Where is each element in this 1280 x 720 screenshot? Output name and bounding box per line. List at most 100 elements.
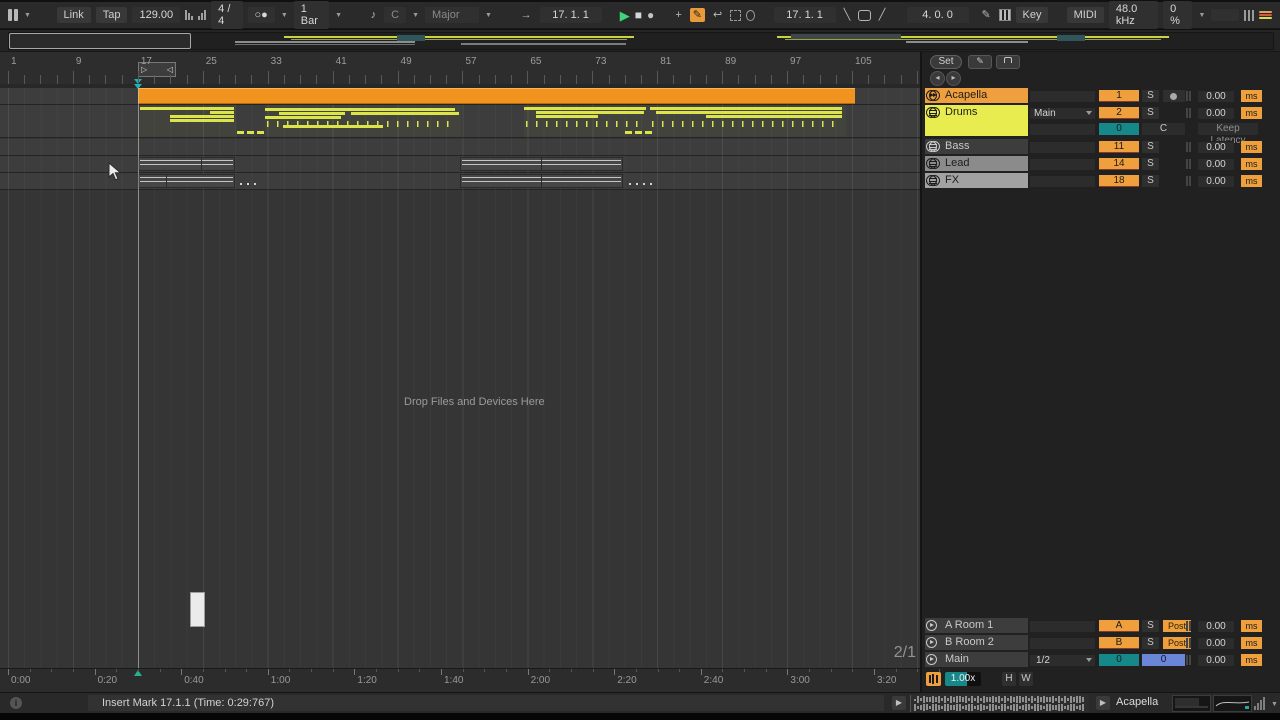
solo-button[interactable]: S xyxy=(1142,141,1159,153)
io-display[interactable] xyxy=(1030,158,1095,170)
device-thumbnail[interactable] xyxy=(1213,695,1252,712)
zoom-waveform-icon[interactable] xyxy=(926,672,941,686)
beat-time-ruler[interactable]: ▷◁ 191725334149576573818997105 xyxy=(0,52,920,84)
computer-midi-keyboard-icon[interactable] xyxy=(999,9,1011,21)
chevron-down-icon[interactable]: ▼ xyxy=(334,12,343,19)
automation-mode-icon[interactable] xyxy=(730,10,741,21)
loop-length-field[interactable]: 4. 0. 0 xyxy=(907,7,969,23)
overview-strip[interactable] xyxy=(8,32,1274,50)
io-display[interactable] xyxy=(1030,123,1095,135)
prev-marker-button[interactable]: ◂ xyxy=(930,71,945,86)
ms-unit-button[interactable]: ms xyxy=(1241,654,1262,666)
midi-map-button[interactable]: MIDI xyxy=(1067,7,1104,23)
gain-value[interactable]: 0 xyxy=(1099,123,1139,135)
clip-lead[interactable] xyxy=(460,157,623,171)
ms-unit-button[interactable]: ms xyxy=(1241,637,1262,649)
highlighted-selection-box[interactable] xyxy=(190,592,205,627)
track-delay-value[interactable]: 0.00 xyxy=(1198,158,1234,170)
key-map-button[interactable]: Key xyxy=(1016,7,1049,23)
lock-button[interactable] xyxy=(996,55,1020,69)
keep-latency-button[interactable]: Keep Latency xyxy=(1198,123,1258,135)
io-display[interactable] xyxy=(1030,175,1095,187)
arm-button[interactable] xyxy=(1163,90,1185,102)
time-signature-field[interactable]: 4 / 4 xyxy=(211,1,242,29)
punch-in-icon[interactable]: ╲ xyxy=(841,8,854,22)
track-name-lead[interactable]: Lead xyxy=(925,156,1028,171)
arrangement-overview[interactable] xyxy=(0,30,1280,52)
track-name-bass[interactable]: Bass xyxy=(925,139,1028,154)
cue-volume[interactable]: 0 xyxy=(1099,654,1139,666)
ms-unit-button[interactable]: ms xyxy=(1241,107,1262,119)
main-track-name[interactable]: Main xyxy=(925,652,1028,667)
loop-switch-icon[interactable] xyxy=(858,10,871,21)
new-icon[interactable]: + xyxy=(672,8,684,22)
re-enable-automation-icon[interactable]: ↩ xyxy=(710,8,725,22)
output-meter-icon[interactable] xyxy=(1254,697,1265,710)
draw-pencil-icon[interactable]: ✎ xyxy=(979,8,994,22)
nudge-down-icon[interactable] xyxy=(185,10,193,20)
overview-view-rectangle[interactable] xyxy=(9,33,191,49)
solo-button[interactable]: S xyxy=(1142,107,1159,119)
solo-button[interactable]: S xyxy=(1142,175,1159,187)
ms-unit-button[interactable]: ms xyxy=(1241,90,1262,102)
track-delay-value[interactable]: 0.00 xyxy=(1198,637,1234,649)
clip-lead[interactable] xyxy=(138,157,235,171)
main-volume[interactable]: 0 xyxy=(1142,654,1185,666)
next-marker-button[interactable]: ▸ xyxy=(946,71,961,86)
track-number[interactable]: 18 xyxy=(1099,175,1139,187)
return-letter[interactable]: B xyxy=(1099,637,1139,649)
options-icon[interactable] xyxy=(8,9,18,21)
clip-acapella[interactable] xyxy=(138,88,855,104)
clip-drums[interactable] xyxy=(650,105,846,137)
tap-tempo-button[interactable]: Tap xyxy=(96,7,128,23)
capture-midi-icon[interactable] xyxy=(746,10,755,21)
track-number[interactable]: 11 xyxy=(1099,141,1139,153)
play-icon[interactable] xyxy=(926,637,937,648)
routing-select[interactable]: Main xyxy=(1030,107,1095,119)
play-icon[interactable] xyxy=(926,654,937,665)
clip-fx[interactable] xyxy=(460,174,623,188)
track-number[interactable]: 14 xyxy=(1099,158,1139,170)
info-icon[interactable]: i xyxy=(10,697,22,709)
chevron-down-icon[interactable]: ▼ xyxy=(280,12,289,19)
io-display[interactable] xyxy=(1030,620,1095,632)
chevron-down-icon[interactable]: ▼ xyxy=(1270,701,1279,708)
clip-drums[interactable] xyxy=(265,105,461,137)
punch-out-icon[interactable]: ╱ xyxy=(876,8,889,22)
arrangement-position-field[interactable]: 17. 1. 1 xyxy=(540,7,602,23)
time-ruler[interactable]: 0:000:200:401:001:201:402:002:202:403:00… xyxy=(0,668,920,693)
pencil-button[interactable]: ✎ xyxy=(968,55,992,69)
chevron-down-icon[interactable]: ▼ xyxy=(1197,12,1206,19)
track-delay-value[interactable]: 0.00 xyxy=(1198,654,1234,666)
draw-mode-button[interactable]: ✎ xyxy=(690,8,705,22)
track-delay-value[interactable]: 0.00 xyxy=(1198,90,1234,102)
solo-button[interactable]: S xyxy=(1142,158,1159,170)
zoom-scale-field[interactable]: 1.00x xyxy=(945,672,981,686)
arrangement-area[interactable]: Drop Files and Devices Here 2/1 xyxy=(0,84,920,668)
menu-icon[interactable] xyxy=(926,107,937,118)
crossfade-assign[interactable]: C xyxy=(1142,123,1185,135)
device-thumbnail[interactable] xyxy=(1172,695,1211,712)
metronome-button[interactable]: ○● xyxy=(248,7,275,23)
track-delay-value[interactable]: 0.00 xyxy=(1198,620,1234,632)
quantization-menu[interactable]: 1 Bar xyxy=(294,1,329,29)
audio-preview-waveform[interactable] xyxy=(910,695,1089,712)
ms-unit-button[interactable]: ms xyxy=(1241,620,1262,632)
track-delay-value[interactable]: 0.00 xyxy=(1198,175,1234,187)
track-number[interactable]: 2 xyxy=(1099,107,1139,119)
scale-menu[interactable]: Major xyxy=(425,7,479,23)
menu-icon[interactable] xyxy=(926,175,937,186)
main-output-select[interactable]: 1/2 xyxy=(1030,654,1095,666)
ms-unit-button[interactable]: ms xyxy=(1241,158,1262,170)
solo-button[interactable]: S xyxy=(1142,637,1159,649)
clip-fx[interactable] xyxy=(138,174,235,188)
solo-button[interactable]: S xyxy=(1142,620,1159,632)
io-display[interactable] xyxy=(1030,141,1095,153)
play-button[interactable]: ▶ xyxy=(620,9,630,22)
follow-icon[interactable]: → xyxy=(518,8,535,22)
chevron-down-icon[interactable]: ▼ xyxy=(484,12,493,19)
set-button[interactable]: Set xyxy=(930,55,962,69)
track-name-acapella[interactable]: Acapella xyxy=(925,88,1028,103)
ms-unit-button[interactable]: ms xyxy=(1241,175,1262,187)
menu-icon[interactable] xyxy=(926,158,937,169)
